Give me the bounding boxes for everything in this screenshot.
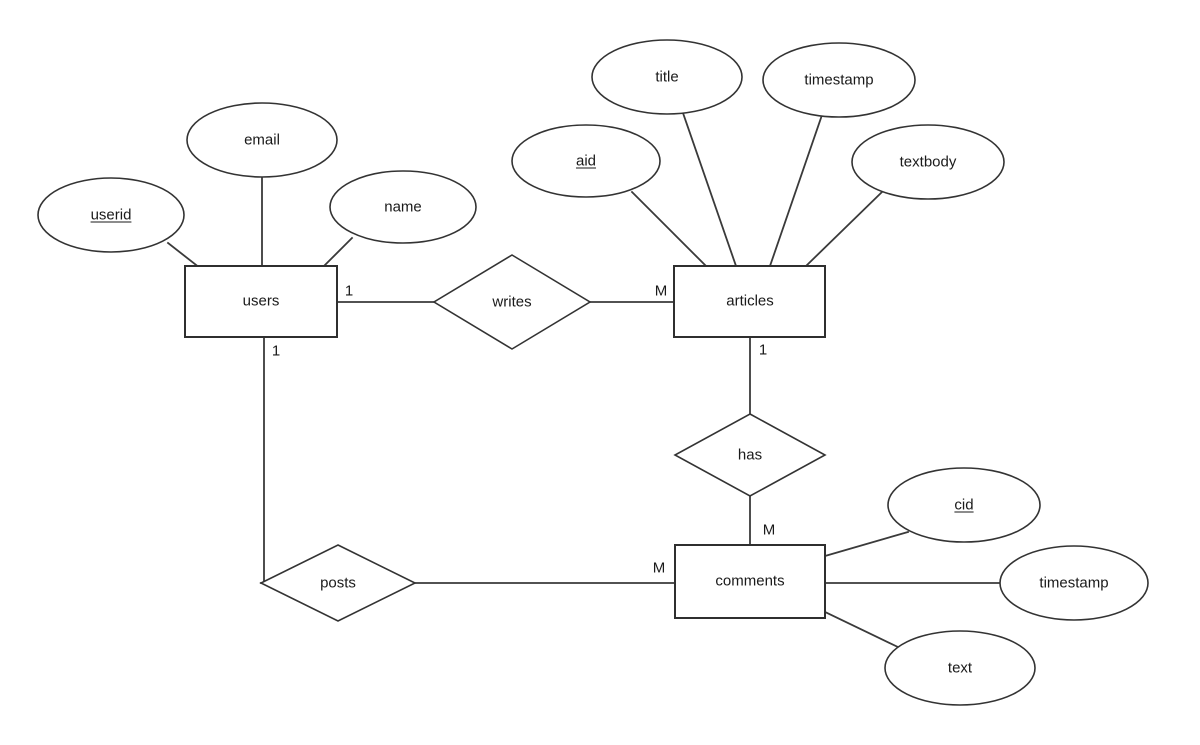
attribute-group (37, 39, 1149, 706)
edge-aid-articles (630, 190, 708, 268)
attribute-ellipse-cid[interactable] (887, 467, 1041, 543)
edge-users-posts (260, 336, 265, 584)
attribute-ellipse-com-timestamp[interactable] (999, 545, 1149, 621)
attribute-ellipse-userid[interactable] (37, 177, 185, 253)
edge-name-users (321, 236, 354, 269)
edge-text-comments (823, 610, 902, 650)
attribute-ellipse-email[interactable] (186, 102, 338, 178)
attribute-ellipse-aid[interactable] (511, 124, 661, 198)
attribute-ellipse-text[interactable] (884, 630, 1036, 706)
edge-cid-comments (823, 530, 910, 558)
edge-textbody-articles (804, 190, 884, 268)
edge-userid-users (166, 241, 202, 270)
edge-timestamp-articles (768, 113, 824, 268)
relationship-diamond-posts[interactable] (259, 544, 417, 622)
entity-box-comments[interactable] (674, 544, 826, 619)
attribute-ellipse-title[interactable] (591, 39, 743, 115)
er-diagram-svg (37, 39, 1149, 706)
attribute-ellipse-name[interactable] (329, 170, 477, 244)
relationship-diamond-has[interactable] (673, 413, 827, 497)
attribute-ellipse-art-timestamp[interactable] (762, 42, 916, 118)
er-diagram-canvas: users articles comments userid email nam… (0, 0, 1200, 745)
edge-title-articles (681, 111, 738, 268)
attribute-ellipse-textbody[interactable] (851, 124, 1005, 200)
relationship-diamond-writes[interactable] (432, 254, 592, 350)
entity-box-users[interactable] (184, 265, 338, 338)
entity-box-articles[interactable] (673, 265, 826, 338)
